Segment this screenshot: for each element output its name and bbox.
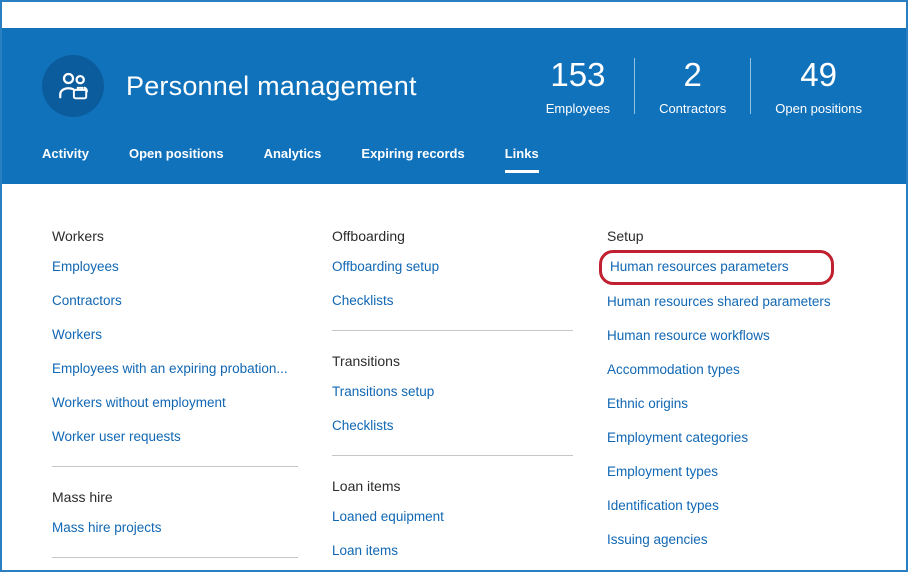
section-divider — [332, 330, 573, 331]
section-divider — [332, 455, 573, 456]
links-column-setup: Setup Human resources parameters Human r… — [599, 228, 906, 570]
link-employment-categories[interactable]: Employment categories — [607, 421, 886, 455]
stat-employees-label: Employees — [545, 100, 611, 116]
section-title-loan-items: Loan items — [332, 478, 401, 494]
link-loan-items[interactable]: Loan items — [332, 534, 573, 568]
stat-open-positions: 49 Open positions — [751, 56, 886, 116]
section-title-offboarding: Offboarding — [332, 228, 405, 244]
link-contractors[interactable]: Contractors — [52, 284, 298, 318]
stat-contractors-label: Contractors — [659, 100, 727, 116]
section-title-setup: Setup — [607, 228, 644, 244]
section-loan-items: Loan items Loaned equipment Loan items — [332, 478, 573, 568]
link-human-resources-parameters[interactable]: Human resources parameters — [610, 255, 789, 279]
page-title: Personnel management — [126, 70, 417, 101]
section-mass-hire: Mass hire Mass hire projects — [52, 489, 298, 545]
people-group-icon — [59, 72, 88, 100]
links-column-offboarding: Offboarding Offboarding setup Checklists… — [332, 228, 607, 570]
header-stats: 153 Employees 2 Contractors 49 Open posi… — [522, 56, 886, 116]
personnel-management-icon — [42, 55, 104, 117]
section-workers: Workers Employees Contractors Workers Em… — [52, 228, 298, 454]
link-workers[interactable]: Workers — [52, 318, 298, 352]
header-main-row: Personnel management 153 Employees 2 Con… — [42, 28, 886, 128]
section-title-workers: Workers — [52, 228, 104, 244]
stat-open-positions-value: 49 — [800, 56, 837, 94]
link-workers-without-employment[interactable]: Workers without employment — [52, 386, 298, 420]
tab-open-positions[interactable]: Open positions — [129, 146, 224, 173]
section-divider — [52, 557, 298, 558]
tab-analytics[interactable]: Analytics — [264, 146, 322, 173]
section-title-transitions: Transitions — [332, 353, 400, 369]
link-transitions-setup[interactable]: Transitions setup — [332, 375, 573, 409]
link-issuing-agencies[interactable]: Issuing agencies — [607, 523, 886, 557]
tab-links[interactable]: Links — [504, 146, 539, 173]
stat-open-positions-label: Open positions — [775, 100, 862, 116]
links-content: Workers Employees Contractors Workers Em… — [2, 184, 906, 570]
stat-contractors-value: 2 — [683, 56, 702, 94]
stat-employees: 153 Employees — [522, 56, 634, 116]
section-transitions: Transitions Transitions setup Checklists — [332, 353, 573, 443]
section-setup: Setup Human resources parameters Human r… — [599, 228, 886, 557]
link-employment-types[interactable]: Employment types — [607, 455, 886, 489]
workspace-tabs: Activity Open positions Analytics Expiri… — [42, 128, 886, 173]
stat-employees-value: 153 — [550, 56, 606, 94]
stat-contractors: 2 Contractors — [635, 56, 750, 116]
personnel-management-window: Personnel management 153 Employees 2 Con… — [0, 0, 908, 572]
links-column-workers: Workers Employees Contractors Workers Em… — [52, 228, 332, 570]
tab-activity[interactable]: Activity — [42, 146, 89, 173]
link-transitions-checklists[interactable]: Checklists — [332, 409, 573, 443]
link-accommodation-types[interactable]: Accommodation types — [607, 353, 886, 387]
link-worker-user-requests[interactable]: Worker user requests — [52, 420, 298, 454]
section-offboarding: Offboarding Offboarding setup Checklists — [332, 228, 573, 318]
link-employees[interactable]: Employees — [52, 250, 298, 284]
red-highlight-ring: Human resources parameters — [599, 250, 834, 285]
link-ethnic-origins[interactable]: Ethnic origins — [607, 387, 886, 421]
link-identification-types[interactable]: Identification types — [607, 489, 886, 523]
section-divider — [52, 466, 298, 467]
top-margin-strip — [2, 2, 906, 28]
workspace-header: Personnel management 153 Employees 2 Con… — [2, 28, 906, 184]
link-human-resource-workflows[interactable]: Human resource workflows — [607, 319, 886, 353]
link-loaned-equipment[interactable]: Loaned equipment — [332, 500, 573, 534]
link-human-resources-shared-parameters[interactable]: Human resources shared parameters — [607, 285, 886, 319]
link-offboarding-setup[interactable]: Offboarding setup — [332, 250, 573, 284]
section-title-mass-hire: Mass hire — [52, 489, 113, 505]
link-offboarding-checklists[interactable]: Checklists — [332, 284, 573, 318]
link-mass-hire-projects[interactable]: Mass hire projects — [52, 511, 298, 545]
link-employees-expiring-probation[interactable]: Employees with an expiring probation... — [52, 352, 298, 386]
tab-expiring-records[interactable]: Expiring records — [361, 146, 464, 173]
